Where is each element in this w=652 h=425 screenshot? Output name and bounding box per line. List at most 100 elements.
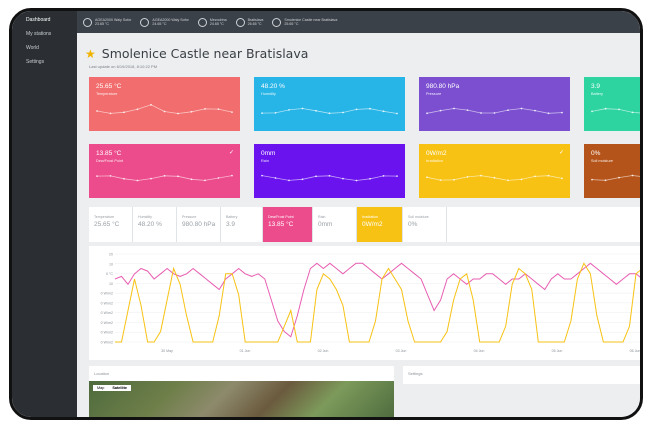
summary-value: 0%	[408, 221, 418, 228]
station-temp: 24.65 °C	[209, 22, 224, 26]
y-tick-label: 0 W/m2	[101, 301, 113, 305]
location-panel-title: Location	[94, 371, 110, 376]
sensor-card-label: Humidity	[261, 92, 276, 96]
station-tab[interactable]: AGEA2000 Waly Sofor 23.65 °C	[83, 17, 131, 27]
y-tick-label: 0 W/m2	[101, 331, 113, 335]
x-tick-label: 05 Jun	[552, 349, 563, 353]
sensor-card-label: Irradiation	[426, 159, 443, 163]
sensor-card-label: Battery	[591, 92, 604, 96]
summary-item: Rain 0mm	[313, 207, 357, 242]
summary-item: Humidity 48.20 %	[133, 207, 177, 242]
sidebar-item-settings[interactable]: Settings	[12, 55, 77, 69]
summary-label: Dew/Frost Point	[268, 215, 294, 219]
station-temp: 23.65 °C	[95, 22, 110, 26]
sensor-card[interactable]: 0mm Rain	[254, 144, 405, 198]
station-temp: 26.65 °C	[247, 22, 262, 26]
sensor-card[interactable]: 48.20 % Humidity	[254, 77, 405, 131]
check-icon: ✓	[228, 150, 234, 156]
history-chart-svg: 20 10 0 °C 10 0 W/m2 0 W/m2 0 W/m2 0 W/m2 0 W/m2…	[101, 253, 641, 353]
history-chart: 20 10 0 °C 10 0 W/m2 0 W/m2 0 W/m2 0 W/m2 0 W/m2…	[89, 246, 640, 360]
sensor-card-label: Pressure	[426, 92, 442, 96]
x-tick-label: 04 Jun	[474, 349, 485, 353]
station-temp: 25.65 °C	[284, 22, 299, 26]
x-tick-label: 30 May	[161, 349, 173, 353]
sensor-card-value: 980.80 hPa	[426, 83, 460, 90]
y-tick-label: 10	[109, 282, 113, 286]
sidebar-item-my-stations[interactable]: My stations	[12, 27, 77, 41]
summary-value: 13.85 °C	[268, 221, 294, 228]
summary-item: Irradiation 0W/m2	[357, 207, 403, 242]
main-content: ★ Smolenice Castle near Bratislava Last …	[77, 33, 640, 417]
summary-value: 25.65 °C	[94, 221, 120, 228]
sensor-card-value: 48.20 %	[261, 83, 285, 90]
y-tick-label: 0 W/m2	[101, 292, 113, 296]
summary-label: Battery	[226, 215, 238, 219]
station-tab[interactable]: Mezodrina 24.65 °C	[197, 17, 227, 27]
station-tab[interactable]: AGEA2000 Waly Sofor 24.65 °C	[140, 17, 189, 27]
station-tab[interactable]: Bratislava 26.65 °C	[235, 17, 263, 27]
station-bar: AGEA2000 Waly Sofor 23.65 °C AGEA2000 Wal…	[77, 11, 640, 33]
station-temp: 24.65 °C	[152, 22, 167, 26]
summary-value: 0mm	[318, 221, 333, 228]
x-tick-label: 03 Jun	[396, 349, 407, 353]
summary-item: Dew/Frost Point 13.85 °C	[263, 207, 313, 242]
sidebar: Dashboard My stations World Settings	[12, 11, 77, 417]
favorite-star-icon[interactable]: ★	[85, 48, 96, 60]
y-tick-label: 0 W/m2	[101, 311, 113, 315]
summary-item: Temperature 25.65 °C	[89, 207, 133, 242]
sensor-card[interactable]: 0% Soil moisture	[584, 144, 640, 198]
summary-label: Humidity	[138, 215, 152, 219]
sensor-card-value: 13.85 °C	[96, 150, 122, 157]
y-tick-label: 10	[109, 262, 113, 266]
summary-label: Irradiation	[362, 215, 378, 219]
settings-panel-title: Settings	[408, 371, 423, 376]
y-tick-label: 0 °C	[106, 272, 113, 276]
station-icon	[140, 17, 150, 27]
x-tick-label: 06 Jun	[630, 349, 641, 353]
summary-value: 48.20 %	[138, 221, 162, 228]
station-tab[interactable]: Smolenice Castle near Bratislava 25.65 °C	[272, 17, 337, 27]
app-window: Dashboard My stations World Settings AGE…	[9, 8, 643, 420]
sensor-card[interactable]: 25.65 °C Temperature	[89, 77, 240, 131]
map-type-map[interactable]: Map	[93, 385, 108, 391]
sidebar-item-dashboard[interactable]: Dashboard	[12, 13, 77, 27]
summary-label: Pressure	[182, 215, 197, 219]
title-row: ★ Smolenice Castle near Bratislava	[85, 46, 308, 61]
station-icon	[197, 17, 207, 27]
summary-item: Battery 3.9	[221, 207, 263, 242]
summary-item: Soil moisture 0%	[403, 207, 447, 242]
y-tick-label: 0 W/m2	[101, 341, 113, 345]
sensor-card[interactable]: 0W/m2 Irradiation ✓	[419, 144, 570, 198]
sensor-card-value: 25.65 °C	[96, 83, 122, 90]
location-map[interactable]	[89, 381, 394, 417]
sensor-card-value: 0%	[591, 150, 601, 157]
station-icon	[83, 17, 92, 27]
sensor-card[interactable]: 3.9 Battery	[584, 77, 640, 131]
sensor-card[interactable]: 13.85 °C Dew/Frost Point ✓	[89, 144, 240, 198]
sensor-card-value: 0mm	[261, 150, 276, 157]
station-icon	[235, 17, 245, 27]
page-title: Smolenice Castle near Bratislava	[101, 46, 309, 61]
last-update-text: Last update on 6/19/2018, 8:10:22 PM	[89, 64, 158, 69]
summary-value: 980.80 hPa	[182, 221, 216, 228]
summary-label: Temperature	[94, 215, 115, 219]
summary-value: 3.9	[226, 221, 236, 228]
map-type-satellite[interactable]: Satellite	[108, 385, 131, 391]
check-icon: ✓	[558, 150, 564, 156]
summary-item: Pressure 980.80 hPa	[177, 207, 221, 242]
sidebar-item-world[interactable]: World	[12, 41, 77, 55]
station-icon	[272, 17, 282, 27]
sensor-card-label: Rain	[261, 159, 269, 163]
settings-panel: Settings	[403, 366, 640, 384]
x-tick-label: 02 Jun	[318, 349, 329, 353]
sensor-card-label: Temperature	[96, 92, 118, 96]
y-tick-label: 0 W/m2	[101, 321, 113, 325]
sensor-card[interactable]: 980.80 hPa Pressure	[419, 77, 570, 131]
summary-label: Rain	[318, 215, 326, 219]
sensor-card-sparkline	[261, 174, 398, 182]
summary-label: Soil moisture	[408, 215, 429, 219]
x-tick-label: 01 Jun	[240, 349, 251, 353]
sensor-card-value: 0W/m2	[426, 150, 447, 157]
map-type-switch: Map Satellite	[93, 385, 131, 391]
sensor-card-label: Dew/Frost Point	[96, 159, 124, 163]
